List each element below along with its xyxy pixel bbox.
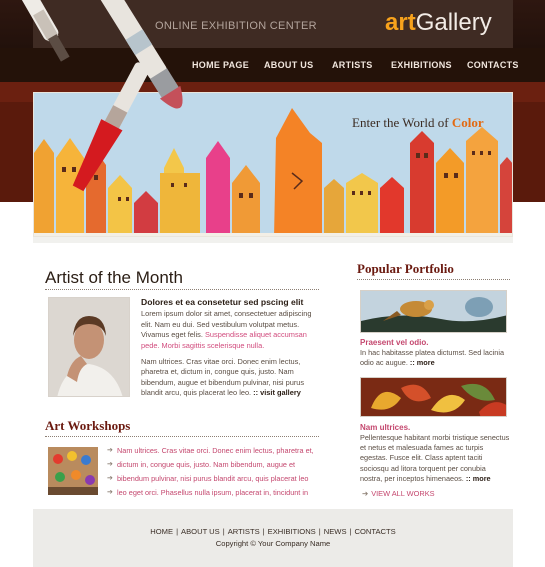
portfolio-title-1[interactable]: Praesent vel odio. bbox=[360, 338, 428, 347]
arrow-right-icon: ➔ bbox=[107, 489, 113, 496]
nav-about-us[interactable]: ABOUT US bbox=[264, 60, 313, 70]
workshop-list: ➔ Nam ultrices. Cras vitae orci. Donec en… bbox=[107, 444, 319, 500]
portfolio-text-1: In hac habitasse platea dictumst. Sed la… bbox=[360, 348, 504, 368]
footer-link-artists[interactable]: ARTISTS bbox=[228, 527, 260, 536]
portfolio-image-leaves[interactable] bbox=[360, 377, 507, 417]
footer-link-news[interactable]: NEWS bbox=[324, 527, 347, 536]
portfolio-text-2: Pellentesque habitant morbi tristique se… bbox=[360, 433, 510, 483]
visit-gallery-link[interactable]: :: visit gallery bbox=[253, 388, 301, 397]
artist-of-month-text: Dolores et ea consetetur sed pscing elit… bbox=[141, 297, 319, 399]
artist-of-month-paragraph-2: Nam ultrices. Cras vitae orci. Donec eni… bbox=[141, 357, 305, 398]
banner-headline-accent: Color bbox=[451, 115, 484, 130]
artist-of-month-paragraph-1: Lorem ipsum dolor sit amet, consectetuer… bbox=[141, 309, 312, 350]
nav-exhibitions[interactable]: EXHIBITIONS bbox=[391, 60, 452, 70]
art-workshops-title: Art Workshops bbox=[45, 418, 131, 433]
divider bbox=[357, 279, 510, 280]
portfolio-more-link-1[interactable]: :: more bbox=[410, 358, 435, 367]
workshop-item[interactable]: ➔ dictum in, congue quis, justo. Nam bibe… bbox=[107, 458, 319, 472]
banner-headline: Enter the World of Color bbox=[352, 115, 484, 131]
artist-of-month-title: Artist of the Month bbox=[45, 268, 183, 287]
portfolio-title-2[interactable]: Nam ultrices. bbox=[360, 423, 410, 432]
view-all-works-link[interactable]: ➔ VIEW ALL WORKS bbox=[362, 489, 435, 498]
arrow-right-icon: ➔ bbox=[362, 489, 369, 498]
nav-artists[interactable]: ARTISTS bbox=[332, 60, 373, 70]
footer-link-home[interactable]: HOME bbox=[150, 527, 173, 536]
paintbrush-illustration bbox=[8, 0, 183, 192]
artist-photo[interactable] bbox=[48, 297, 130, 397]
footer-link-about-us[interactable]: ABOUT US bbox=[181, 527, 220, 536]
banner-headline-prefix: Enter the World of bbox=[352, 115, 452, 130]
arrow-right-icon: ➔ bbox=[107, 447, 113, 454]
footer-link-contacts[interactable]: CONTACTS bbox=[355, 527, 396, 536]
popular-portfolio-title: Popular Portfolio bbox=[357, 261, 454, 276]
logo[interactable]: artGallery bbox=[385, 9, 492, 37]
portfolio-more-link-2[interactable]: :: more bbox=[466, 474, 491, 483]
arrow-right-icon: ➔ bbox=[107, 475, 113, 482]
footer-link-exhibitions[interactable]: EXHIBITIONS bbox=[268, 527, 316, 536]
footer-nav: HOME | ABOUT US | ARTISTS | EXHIBITIONS | NEWS | C… bbox=[150, 527, 396, 536]
portfolio-image-bird[interactable] bbox=[360, 290, 507, 333]
workshop-image[interactable] bbox=[48, 447, 98, 495]
logo-art-text: art bbox=[385, 9, 416, 36]
artist-of-month-heading: Dolores et ea consetetur sed pscing elit bbox=[141, 297, 304, 307]
workshop-item[interactable]: ➔ bibendum pulvinar, nisi purus blandit a… bbox=[107, 472, 319, 486]
divider bbox=[45, 289, 319, 290]
arrow-right-icon: ➔ bbox=[107, 461, 113, 468]
workshop-item[interactable]: ➔ leo eget orci. Phasellus nulla ipsum, p… bbox=[107, 486, 319, 500]
workshop-item[interactable]: ➔ Nam ultrices. Cras vitae orci. Donec en… bbox=[107, 444, 319, 458]
footer: HOME | ABOUT US | ARTISTS | EXHIBITIONS | NEWS | C… bbox=[33, 509, 513, 567]
nav-contacts[interactable]: CONTACTS bbox=[467, 60, 519, 70]
divider bbox=[45, 436, 319, 437]
page: ONLINE EXHIBITION CENTER artGallery HOME… bbox=[0, 0, 545, 567]
logo-gallery-text: Gallery bbox=[415, 9, 492, 36]
copyright: Copyright © Your Company Name bbox=[215, 539, 331, 548]
